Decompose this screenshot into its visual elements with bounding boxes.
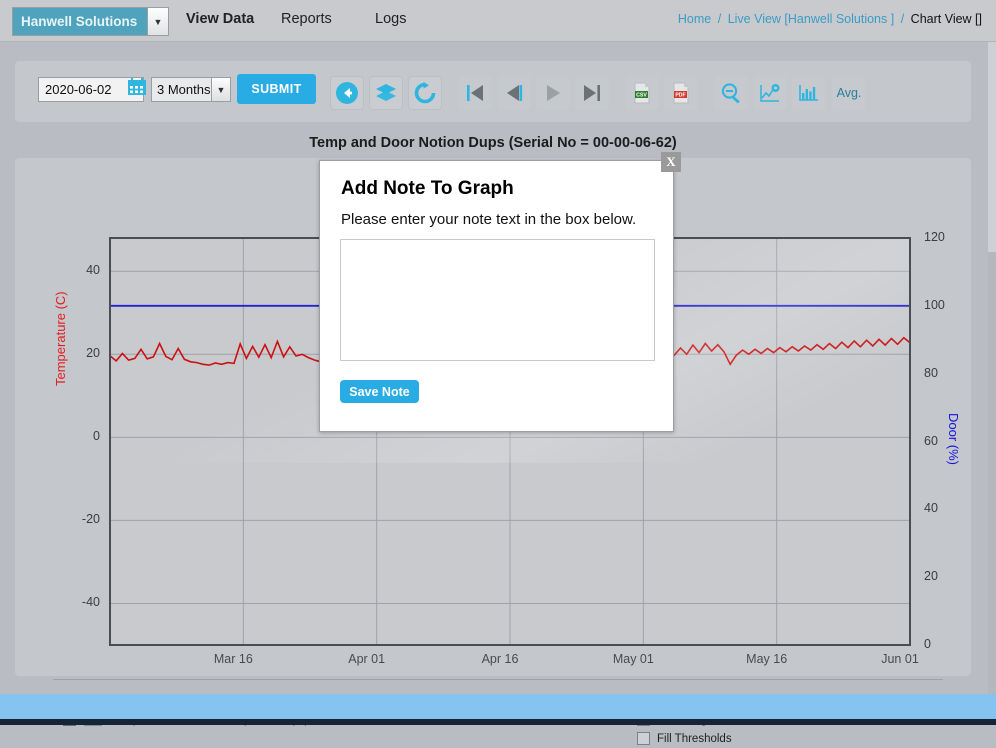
skip-last-icon — [581, 82, 603, 104]
nav-item-logs[interactable]: Logs — [375, 11, 406, 27]
x-axis-tick: Mar 16 — [188, 652, 278, 666]
footer-bar — [0, 694, 996, 719]
pdf-export-icon: PDF — [670, 81, 692, 105]
threshold-option-label: Fill Thresholds — [657, 733, 732, 745]
average-button-label: Avg. — [837, 86, 862, 100]
svg-text:CSV: CSV — [636, 93, 647, 99]
top-navigation-bar: Hanwell Solutions ▼ View Data Reports Lo… — [0, 0, 996, 42]
threshold-checkbox[interactable] — [637, 732, 650, 745]
close-icon[interactable]: X — [661, 152, 681, 172]
skip-first-button[interactable] — [458, 76, 492, 110]
x-axis-tick: May 16 — [722, 652, 812, 666]
page-scrollbar-thumb[interactable] — [988, 42, 996, 252]
step-back-icon — [503, 82, 525, 104]
back-arrow-icon — [335, 81, 359, 105]
skip-last-button[interactable] — [575, 76, 609, 110]
step-back-button[interactable] — [497, 76, 531, 110]
bar-chart-button[interactable] — [792, 76, 826, 110]
nav-item-view-data[interactable]: View Data — [186, 11, 254, 27]
date-range-select-label: 3 Months — [152, 78, 211, 101]
play-button[interactable] — [536, 76, 570, 110]
save-note-button[interactable]: Save Note — [340, 380, 419, 403]
csv-export-icon: CSV — [631, 81, 653, 105]
chevron-down-icon[interactable]: ▼ — [147, 8, 168, 35]
breadcrumb-separator: / — [715, 12, 724, 26]
zoom-out-icon — [719, 81, 743, 105]
breadcrumb-current: Chart View [] — [911, 12, 982, 26]
play-icon — [542, 82, 564, 104]
zoom-out-button[interactable] — [714, 76, 748, 110]
nav-item-reports[interactable]: Reports — [281, 11, 332, 27]
calendar-icon[interactable] — [127, 77, 147, 97]
organisation-select-label: Hanwell Solutions — [13, 8, 147, 35]
breadcrumb-live-view[interactable]: Live View [Hanwell Solutions ] — [728, 12, 895, 26]
x-axis-tick: Apr 01 — [322, 652, 412, 666]
x-axis-tick: Jun 01 — [855, 652, 945, 666]
dialog-title: Add Note To Graph — [341, 178, 514, 200]
legend-divider — [53, 679, 943, 680]
threshold-option: Fill Thresholds — [637, 729, 879, 748]
date-range-select[interactable]: 3 Months ▼ — [151, 77, 231, 102]
chart-title: Temp and Door Notion Dups (Serial No = 0… — [10, 135, 976, 151]
breadcrumb: Home / Live View [Hanwell Solutions ] / … — [678, 12, 982, 26]
bar-chart-icon — [797, 82, 821, 104]
note-textarea[interactable] — [340, 239, 655, 361]
chevron-down-icon[interactable]: ▼ — [211, 78, 230, 101]
skip-first-icon — [464, 82, 486, 104]
x-axis-tick: Apr 16 — [455, 652, 545, 666]
breadcrumb-home[interactable]: Home — [678, 12, 711, 26]
chart-settings-icon — [758, 82, 782, 104]
chart-toolbar: 2020-06-02 3 Months ▼ SUBMIT — [15, 61, 971, 122]
dialog-subtitle: Please enter your note text in the box b… — [341, 211, 636, 228]
refresh-icon — [413, 81, 437, 105]
back-button[interactable] — [330, 76, 364, 110]
average-button[interactable]: Avg. — [832, 76, 866, 110]
organisation-select[interactable]: Hanwell Solutions ▼ — [12, 7, 169, 36]
layers-icon — [374, 82, 398, 104]
x-axis-tick: May 01 — [588, 652, 678, 666]
export-pdf-button[interactable]: PDF — [664, 76, 698, 110]
refresh-button[interactable] — [408, 76, 442, 110]
breadcrumb-separator: / — [898, 12, 907, 26]
layers-button[interactable] — [369, 76, 403, 110]
footer-accent-strip — [0, 719, 996, 725]
export-csv-button[interactable]: CSV — [625, 76, 659, 110]
svg-text:PDF: PDF — [675, 93, 685, 99]
add-note-dialog: X Add Note To Graph Please enter your no… — [319, 160, 674, 432]
chart-settings-button[interactable] — [753, 76, 787, 110]
submit-button[interactable]: SUBMIT — [237, 74, 316, 104]
